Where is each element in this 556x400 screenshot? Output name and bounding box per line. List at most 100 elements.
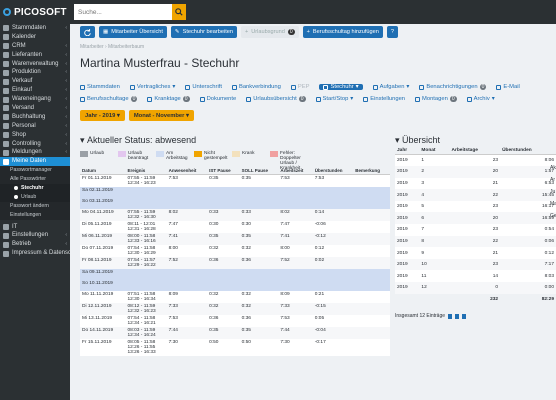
column-header[interactable]: Arbeitszeit <box>278 167 313 175</box>
column-header[interactable]: Ereignis <box>125 167 167 175</box>
tab-stechuhr[interactable]: Stechuhr ▾ <box>319 84 363 90</box>
sidebar-subitem-1[interactable]: Alle Passwörter <box>0 175 70 185</box>
sidebar-bottom-item-2[interactable]: Betrieb ‹ <box>0 240 70 249</box>
table-cell <box>166 187 208 198</box>
column-header[interactable]: Überstunden <box>500 147 556 155</box>
sidebar-item-0[interactable]: Stammdaten ‹ <box>0 24 70 33</box>
sidebar-item-4[interactable]: Warenverwaltung ‹ <box>0 60 70 69</box>
table-row[interactable]: 2019 4 22 15:45 <box>395 189 556 201</box>
edit-timeclock-button[interactable]: ✎ Stechuhr bearbeiten <box>170 26 237 38</box>
app-logo[interactable]: PICOSOFT <box>0 0 70 24</box>
tab-archiv[interactable]: Archiv ▾ <box>466 96 495 102</box>
table-row[interactable]: Fr 15.11.2019 08:05 - 11:58 12:26 - 11:55 1… <box>80 339 390 356</box>
table-row[interactable]: 2019 2 20 1:57 <box>395 166 556 178</box>
tab-berufsschultage[interactable]: Berufsschultage 0 <box>80 96 138 102</box>
sidebar-item-6[interactable]: Verkauf ‹ <box>0 77 70 86</box>
sidebar-bottom-item-1[interactable]: Einstellungen ‹ <box>0 231 70 240</box>
table-row[interactable]: 2019 8 22 0:06 <box>395 235 556 248</box>
export-pdf-icon[interactable] <box>462 313 467 319</box>
sidebar-item-9[interactable]: Versand ‹ <box>0 104 70 113</box>
column-header[interactable]: Arbeitstage <box>449 147 501 155</box>
refresh-button[interactable] <box>80 26 95 38</box>
tab-start-stop[interactable]: Start/Stop ▾ <box>315 96 353 102</box>
column-header[interactable]: Bemerkung <box>353 167 390 175</box>
tab-vertragliches[interactable]: Vertragliches ▾ <box>129 84 175 90</box>
column-header[interactable]: IST Pause <box>207 167 240 175</box>
sidebar-item-8[interactable]: Wareneingang ‹ <box>0 95 70 104</box>
table-row[interactable]: Mo 04.11.2019 07:55 - 11:59 12:32 - 16:30 8… <box>80 209 390 221</box>
sidebar-bottom-item-3[interactable]: Impressum & Datenschutz <box>0 249 70 258</box>
table-row[interactable]: Do 07.11.2019 07:54 - 11:58 12:30 - 16:29 8… <box>80 245 390 257</box>
attendance-panel: ▾ Aktueller Status: abwesend Urlaub Urlau… <box>80 133 390 400</box>
tab-aufgaben[interactable]: Aufgaben ▾ <box>372 84 409 90</box>
table-row[interactable]: Di 12.11.2019 08:12 - 11:59 12:32 - 16:23 7… <box>80 303 390 315</box>
status-heading[interactable]: ▾ Aktueller Status: abwesend <box>80 133 390 147</box>
table-row[interactable]: 2019 7 23 0:54 <box>395 224 556 236</box>
table-row[interactable]: 2019 12 0 0:00 <box>395 282 556 294</box>
employee-overview-button[interactable]: ▦ Mitarbeiter Übersicht <box>99 26 167 38</box>
table-row[interactable]: So 03.11.2019 <box>80 198 390 209</box>
sidebar-item-7[interactable]: Einkauf ‹ <box>0 86 70 95</box>
year-filter-button[interactable]: Jahr - 2019 ▾ <box>80 110 125 121</box>
table-row[interactable]: Mi 13.11.2019 07:54 - 11:58 12:34 - 16:21 7… <box>80 315 390 327</box>
tab-stammdaten[interactable]: Stammdaten <box>80 84 120 90</box>
table-row[interactable]: 2019 10 23 7:17 <box>395 258 556 271</box>
tab-dokumente[interactable]: Dokumente <box>199 96 236 102</box>
table-row[interactable]: 2019 3 21 6:53 <box>395 177 556 190</box>
sidebar-item-2[interactable]: CRM ‹ <box>0 42 70 51</box>
sidebar-item-10[interactable]: Buchhaltung ‹ <box>0 113 70 122</box>
sidebar-item-3[interactable]: Lieferanten ‹ <box>0 51 70 60</box>
sidebar-item-13[interactable]: Controlling ‹ <box>0 140 70 149</box>
tab-e-mail[interactable]: E-Mail <box>496 84 520 90</box>
table-row[interactable]: 2019 11 14 8:03 <box>395 270 556 283</box>
export-csv-icon[interactable] <box>448 313 453 319</box>
column-header[interactable]: Datum <box>80 167 126 175</box>
tab-benachrichtigungen[interactable]: Benachrichtigungen 0 <box>419 84 487 90</box>
sidebar-subitem-0[interactable]: Passwortmanager <box>0 166 70 176</box>
table-row[interactable]: 2019 1 23 8:06 <box>395 154 556 167</box>
sidebar-subitem-vacation[interactable]: Urlaub <box>0 192 70 202</box>
vacation-reason-button[interactable]: + Urlaubsgrund 0 <box>240 26 299 38</box>
table-row[interactable]: So 10.11.2019 <box>80 280 390 291</box>
sidebar-item-11[interactable]: Personal ‹ <box>0 122 70 131</box>
help-button[interactable]: ? <box>386 26 398 38</box>
tab-kranktage[interactable]: Kranktage 0 <box>147 96 190 102</box>
sidebar-subitem-extra-1[interactable]: Einstellungen <box>0 210 70 220</box>
sidebar-subitem-timeclock[interactable]: Stechuhr <box>0 184 70 193</box>
tab-pep[interactable]: PEP <box>290 84 309 90</box>
tab-einstellungen[interactable]: Einstellungen <box>363 96 405 102</box>
column-header[interactable]: Monat <box>419 147 450 155</box>
tab-bankverbindung[interactable]: Bankverbindung <box>231 84 281 90</box>
sidebar-item-5[interactable]: Produktion ‹ <box>0 68 70 77</box>
search-button[interactable] <box>172 4 186 20</box>
export-excel-icon[interactable] <box>455 313 460 319</box>
column-header[interactable]: Überstunden <box>312 167 354 175</box>
table-row[interactable]: Do 14.11.2019 08:03 - 11:59 12:34 - 16:24 7… <box>80 327 390 339</box>
breadcrumb[interactable]: Mitarbeiter › Mitarbeiterbaum <box>80 44 144 50</box>
search-input[interactable] <box>74 4 172 20</box>
table-row[interactable]: Di 05.11.2019 08:11 - 12:01 12:31 - 16:28 7… <box>80 221 390 233</box>
add-school-day-button[interactable]: + Berufsschultag hinzufügen <box>302 26 383 38</box>
table-row[interactable]: Fr 01.11.2019 07:55 - 11:59 12:34 - 16:23 7… <box>80 174 390 187</box>
sidebar-bottom-item-0[interactable]: IT <box>0 223 70 232</box>
table-row[interactable]: Sa 02.11.2019 <box>80 187 390 198</box>
tab-montagen[interactable]: Montagen 0 <box>415 96 457 102</box>
column-header[interactable]: Anwesenheit <box>166 167 208 175</box>
sidebar-item-1[interactable]: Kalender <box>0 33 70 42</box>
table-row[interactable]: 2019 6 20 16:59 <box>395 212 556 225</box>
table-row[interactable]: Fr 08.11.2019 07:54 - 11:57 12:29 - 16:22 7… <box>80 257 390 269</box>
overview-heading[interactable]: ▾ Übersicht <box>395 133 556 147</box>
sidebar-subitem-extra-0[interactable]: Passwort ändern <box>0 201 70 211</box>
column-header[interactable]: Jahr <box>395 147 420 155</box>
table-row[interactable]: 2019 9 21 0:12 <box>395 247 556 259</box>
sidebar-item-14[interactable]: Meldungen ‹ <box>0 148 70 157</box>
tab-unterschrift[interactable]: Unterschrift <box>185 84 222 90</box>
table-row[interactable]: Mo 11.11.2019 07:51 - 11:58 12:30 - 16:34 8… <box>80 291 390 303</box>
sidebar-item-12[interactable]: Shop ‹ <box>0 131 70 140</box>
table-row[interactable]: 2019 5 23 16:17 <box>395 200 556 213</box>
table-row[interactable]: Sa 09.11.2019 <box>80 269 390 280</box>
tab-urlaubs-bersicht[interactable]: Urlaubsübersicht 0 <box>246 96 306 102</box>
month-filter-button[interactable]: Monat - November ▾ <box>128 110 194 121</box>
table-row[interactable]: Mi 06.11.2019 08:00 - 11:58 12:33 - 16:16 7… <box>80 233 390 245</box>
sidebar-item-my-data[interactable]: Meine Daten <box>0 157 70 167</box>
